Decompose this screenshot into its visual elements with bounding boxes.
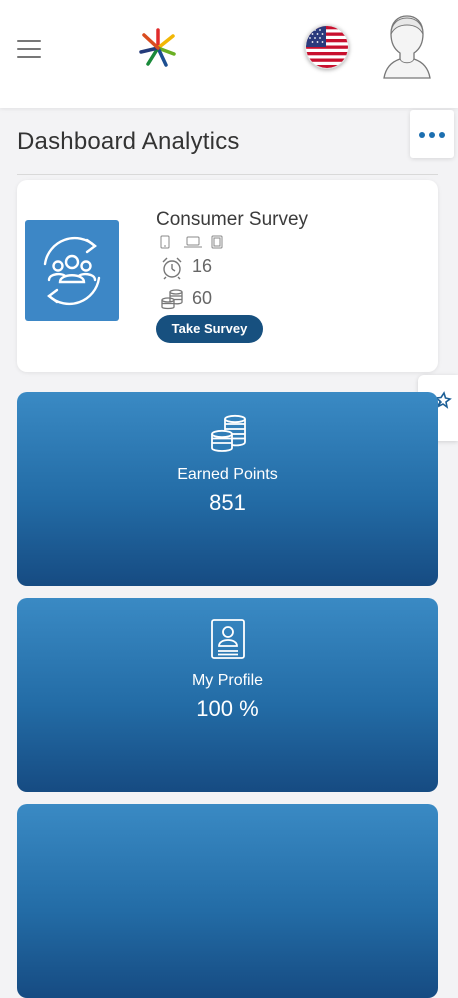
my-profile-tile[interactable]: My Profile 100 %	[17, 598, 438, 792]
page-header: Dashboard Analytics	[17, 126, 438, 175]
next-tile-partial[interactable]	[17, 804, 438, 998]
tablet-icon	[211, 235, 223, 249]
more-options-button[interactable]	[410, 110, 454, 158]
earned-points-label: Earned Points	[177, 466, 278, 483]
my-profile-label: My Profile	[191, 672, 264, 689]
survey-card: Consumer Survey 16 60 Take Survey	[17, 180, 438, 372]
survey-points-value: 60	[192, 288, 213, 308]
alarm-clock-icon	[162, 257, 182, 280]
ellipsis-icon	[419, 132, 425, 138]
earned-points-value: 851	[209, 490, 246, 515]
top-bar	[0, 0, 458, 108]
survey-duration-value: 16	[192, 256, 213, 276]
laptop-icon	[184, 236, 202, 248]
survey-title: Consumer Survey	[156, 209, 309, 230]
us-flag-icon[interactable]	[305, 25, 349, 69]
survey-group-icon	[25, 220, 119, 321]
page-title: Dashboard Analytics	[17, 128, 240, 155]
device-icons	[160, 235, 223, 249]
user-avatar-icon[interactable]	[378, 12, 436, 80]
phone-icon	[160, 235, 170, 249]
hamburger-menu-icon[interactable]	[17, 40, 41, 58]
my-profile-value: 100 %	[196, 696, 259, 721]
earned-points-tile[interactable]: Earned Points 851	[17, 392, 438, 586]
coins-stack-icon	[211, 414, 246, 452]
profile-card-icon	[211, 619, 245, 659]
coins-icon	[161, 289, 183, 310]
brand-logo-icon[interactable]	[136, 26, 180, 70]
take-survey-button[interactable]: Take Survey	[156, 315, 263, 343]
